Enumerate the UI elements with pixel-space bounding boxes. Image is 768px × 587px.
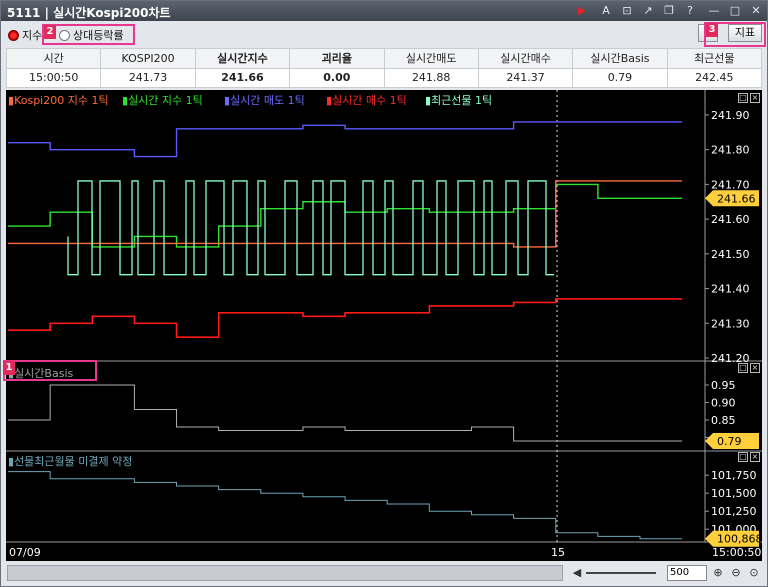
val-recent-futures: 242.45: [666, 67, 763, 88]
hdr-kospi200: KOSPI200: [100, 48, 196, 69]
series-futures: [67, 180, 554, 276]
legend-realtime-index: ▮실시간 지수 1틱: [122, 94, 203, 107]
callout-badge-1: 1: [3, 361, 15, 375]
main-last-badge: 241.66: [717, 192, 756, 205]
chart-area[interactable]: 241.90 241.80 241.70 241.60 241.50 241.40 241.…: [3, 90, 762, 561]
window-link-icon[interactable]: ⊡: [619, 4, 635, 18]
summary-value-row: 15:00:50 241.73 241.66 0.00 241.88 241.3…: [5, 67, 763, 88]
radio-index[interactable]: 지수: [8, 27, 42, 42]
time-scrollbar[interactable]: [7, 565, 563, 581]
hdr-realtime-sell: 실시간매도: [383, 48, 479, 69]
maximize-icon[interactable]: □: [727, 4, 743, 18]
val-realtime-basis: 0.79: [572, 67, 668, 88]
pane-max-icon[interactable]: □: [738, 93, 748, 103]
hdr-time: 시간: [5, 48, 102, 69]
chart-svg: 241.90 241.80 241.70 241.60 241.50 241.40 241.…: [6, 90, 762, 559]
help-icon[interactable]: ?: [682, 4, 698, 18]
legend-realtime-buy: ▮실시간 매수 1틱: [326, 94, 407, 107]
hdr-realtime-index: 실시간지수: [194, 48, 291, 69]
basis-tick-label: 0.90: [711, 397, 736, 410]
x-label-end: 15:00:50: [712, 546, 761, 559]
close-icon[interactable]: ✕: [748, 4, 764, 18]
val-realtime-sell: 241.88: [383, 67, 479, 88]
hdr-recent-futures: 최근선물: [666, 48, 763, 69]
series-realtime-buy: [8, 298, 683, 338]
x-label-start: 07/09: [9, 546, 41, 559]
basis-pane-close-icon[interactable]: ×: [750, 363, 760, 373]
hdr-realtime-basis: 실시간Basis: [572, 48, 668, 69]
main-tick-label: 241.40: [711, 283, 750, 296]
basis-pane-max-icon[interactable]: □: [738, 363, 748, 373]
zoom-out-icon[interactable]: ⊖: [728, 566, 744, 580]
legend-realtime-sell: ▮실시간 매도 1틱: [224, 94, 305, 107]
main-tick-label: 241.30: [711, 317, 750, 330]
title-bar: 5111 | 실시간Kospi200차트 ▶ A ⊡ ↗ ❐ ? — □ ✕: [1, 1, 767, 21]
oi-last-badge: 100,868: [717, 533, 762, 546]
zoom-in-icon[interactable]: ⊕: [710, 566, 726, 580]
zoom-slider[interactable]: [586, 572, 656, 574]
scroll-left-icon[interactable]: ◀: [569, 566, 585, 580]
bottom-bar: ◀ 500 ⊕ ⊖ ⊙: [1, 561, 767, 586]
copy-icon[interactable]: ❐: [661, 4, 677, 18]
series-open-interest: [8, 471, 683, 540]
zoom-reset-icon[interactable]: ⊙: [746, 566, 762, 580]
main-tick-label: 241.60: [711, 213, 750, 226]
val-realtime-index: 241.66: [194, 67, 291, 88]
main-tick-label: 241.70: [711, 178, 750, 191]
legend-futures: ▮최근선물 1틱: [425, 94, 493, 107]
main-tick-label: 241.90: [711, 109, 750, 122]
summary-table: 시간 KOSPI200 실시간지수 괴리율 실시간매도 실시간매수 실시간Bas…: [5, 48, 763, 88]
val-time: 15:00:50: [5, 67, 102, 88]
radio-checked-icon: [8, 30, 19, 41]
main-tick-label: 241.50: [711, 248, 750, 261]
oi-pane-close-icon[interactable]: ×: [750, 452, 760, 462]
oi-tick-label: 101,500: [711, 487, 757, 500]
chart-window: 5111 | 실시간Kospi200차트 ▶ A ⊡ ↗ ❐ ? — □ ✕ 지…: [0, 0, 768, 587]
val-disparity: 0.00: [289, 67, 385, 88]
window-title: 5111 | 실시간Kospi200차트: [7, 6, 171, 20]
callout-badge-2: 2: [44, 25, 56, 39]
zoom-count-input[interactable]: 500: [667, 565, 707, 581]
val-kospi200: 241.73: [100, 67, 196, 88]
basis-last-badge: 0.79: [717, 435, 742, 448]
hdr-realtime-buy: 실시간매수: [477, 48, 574, 69]
callout-frame-1: [3, 360, 97, 381]
val-realtime-buy: 241.37: [477, 67, 574, 88]
oi-pane-max-icon[interactable]: □: [738, 452, 748, 462]
summary-header-row: 시간 KOSPI200 실시간지수 괴리율 실시간매도 실시간매수 실시간Bas…: [5, 48, 763, 69]
oi-tick-label: 101,250: [711, 505, 757, 518]
callout-badge-3: 3: [706, 23, 718, 37]
minimize-icon[interactable]: —: [706, 4, 722, 18]
toolbar: 지수 상대등락률 2 D 지표 3: [1, 21, 767, 47]
font-icon[interactable]: A: [598, 4, 614, 18]
legend-kospi200: ▮Kospi200 지수 1틱: [8, 94, 109, 107]
play-icon[interactable]: ▶: [574, 4, 590, 18]
series-realtime-sell: [8, 121, 683, 158]
x-label-mid: 15: [551, 546, 565, 559]
main-tick-label: 241.80: [711, 144, 750, 157]
pane-close-icon[interactable]: ×: [750, 93, 760, 103]
oi-tick-label: 101,750: [711, 469, 757, 482]
hdr-disparity: 괴리율: [289, 48, 385, 69]
arrow-out-icon[interactable]: ↗: [640, 4, 656, 18]
basis-tick-label: 0.85: [711, 414, 736, 427]
series-basis: [8, 384, 683, 442]
legend-open-interest: ▮선물최근월물 미결제 약정: [8, 455, 133, 468]
basis-tick-label: 0.95: [711, 379, 736, 392]
